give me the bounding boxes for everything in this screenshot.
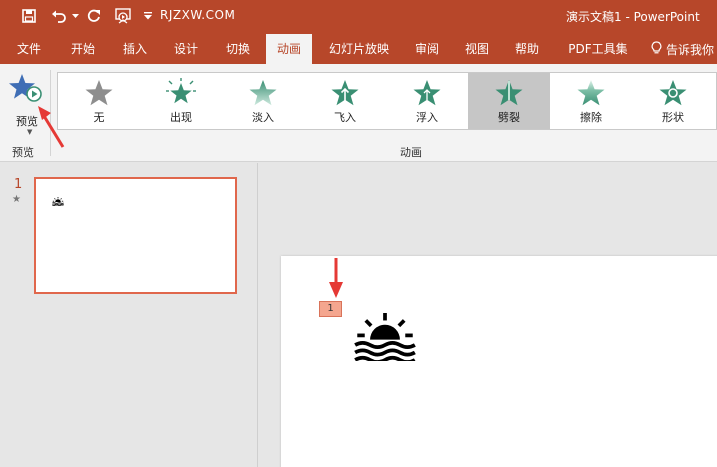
tell-me-label: 告诉我你 [666, 42, 715, 57]
animation-label: 无 [93, 111, 105, 124]
sunrise-icon[interactable] [353, 313, 417, 365]
animation-label: 劈裂 [498, 111, 520, 124]
tab-review[interactable]: 审阅 [406, 34, 448, 64]
preview-dropdown-icon[interactable]: ▼ [27, 128, 32, 136]
undo-icon[interactable] [48, 5, 70, 27]
title-bar: RJZXW.COM 演示文稿1 - PowerPoint [0, 0, 717, 34]
animation-label: 擦除 [580, 111, 602, 124]
animation-group-label: 动画 [400, 146, 422, 159]
present-from-start-icon[interactable] [112, 5, 134, 27]
animation-label: 形状 [662, 111, 684, 124]
site-watermark: RJZXW.COM [160, 8, 236, 22]
star-wipe-icon [577, 80, 605, 106]
slide-thumbnail-panel: 1 ★ [0, 163, 258, 467]
tab-insert[interactable]: 插入 [112, 34, 158, 64]
ribbon-tabs: 文件 开始 插入 设计 切换 动画 幻灯片放映 审阅 视图 帮助 PDF工具集 … [0, 34, 717, 64]
star-fade-icon [249, 80, 277, 106]
tab-view[interactable]: 视图 [456, 34, 498, 64]
save-icon[interactable] [18, 5, 40, 27]
preview-label: 预览 [16, 115, 38, 128]
redo-icon[interactable] [84, 5, 104, 27]
animation-gallery: 无 出现 淡入 飞入 浮入 劈裂 擦除 形状 [57, 72, 717, 130]
customize-qat-icon[interactable] [142, 5, 154, 27]
tell-me-search[interactable]: 告诉我你 [651, 34, 714, 64]
star-shape-icon [659, 80, 687, 106]
star-split-icon [495, 80, 523, 106]
animation-order-tag[interactable]: 1 [319, 301, 342, 317]
tab-slideshow[interactable]: 幻灯片放映 [320, 34, 398, 64]
slide-number: 1 [14, 177, 23, 192]
slide-canvas[interactable]: 1 [281, 256, 717, 467]
animation-fade[interactable]: 淡入 [222, 73, 304, 129]
undo-dropdown-icon[interactable] [70, 5, 80, 27]
preview-button[interactable]: 预览 ▼ [4, 70, 48, 136]
animation-float-in[interactable]: 浮入 [386, 73, 468, 129]
preview-group-label: 预览 [12, 146, 34, 159]
star-fly-in-icon [331, 80, 359, 106]
animation-label: 飞入 [334, 111, 356, 124]
lightbulb-icon [651, 40, 662, 58]
tab-file[interactable]: 文件 [6, 34, 52, 64]
tab-help[interactable]: 帮助 [506, 34, 548, 64]
tab-pdf-tools[interactable]: PDF工具集 [560, 34, 636, 64]
star-float-in-icon [413, 80, 441, 106]
animations-ribbon: 预览 ▼ 预览 无 出现 淡入 飞入 浮入 劈裂 擦除 形状 动画 [0, 64, 717, 162]
window-title: 演示文稿1 - PowerPoint [566, 10, 700, 24]
group-divider [50, 70, 51, 156]
preview-star-icon [8, 72, 44, 112]
animation-none[interactable]: 无 [58, 73, 140, 129]
animation-marker-icon: ★ [12, 194, 21, 205]
tab-home[interactable]: 开始 [60, 34, 106, 64]
animation-appear[interactable]: 出现 [140, 73, 222, 129]
animation-fly-in[interactable]: 飞入 [304, 73, 386, 129]
animation-label: 出现 [170, 111, 192, 124]
star-appear-icon [166, 78, 196, 104]
sunrise-icon [52, 191, 64, 210]
tab-design[interactable]: 设计 [163, 34, 209, 64]
animation-label: 淡入 [252, 111, 274, 124]
tab-transitions[interactable]: 切换 [215, 34, 261, 64]
star-none-icon [85, 80, 113, 106]
slide-thumbnail[interactable] [34, 177, 237, 294]
animation-shape[interactable]: 形状 [632, 73, 714, 129]
tab-animations[interactable]: 动画 [266, 34, 312, 64]
animation-split[interactable]: 劈裂 [468, 73, 550, 129]
animation-label: 浮入 [416, 111, 438, 124]
animation-wipe[interactable]: 擦除 [550, 73, 632, 129]
